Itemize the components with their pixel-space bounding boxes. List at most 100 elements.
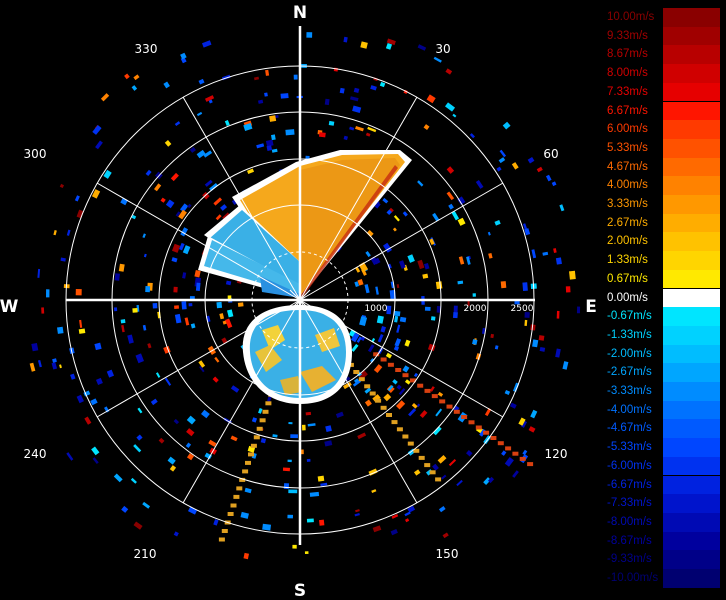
echo-cell: [167, 456, 176, 465]
echo-cell: [556, 310, 560, 319]
echo-cell: [494, 345, 499, 350]
legend-swatch: [663, 325, 720, 345]
echo-cell: [318, 132, 326, 138]
echo-cell: [328, 120, 335, 126]
echo-cell: [194, 270, 201, 278]
legend-swatch: [663, 400, 720, 420]
echo-cell: [209, 183, 219, 192]
echo-cell: [212, 376, 219, 383]
legend-label: 5.33m/s: [607, 141, 648, 154]
echo-cell: [79, 319, 83, 328]
echo-cell: [196, 149, 206, 159]
south-label: S: [294, 581, 306, 600]
echo-cell: [174, 313, 182, 324]
echo-cell: [186, 415, 196, 425]
legend-row: 0.67m/s: [606, 269, 720, 289]
echo-cell: [185, 442, 192, 448]
echo-cell: [407, 254, 415, 263]
echo-cell: [353, 370, 360, 374]
echo-cell: [393, 310, 401, 317]
echo-cell: [435, 477, 442, 482]
legend-label: -3.33m/s: [607, 385, 652, 397]
echo-cell: [181, 301, 187, 310]
legend-row: 4.67m/s: [606, 157, 720, 177]
echo-cell: [74, 195, 80, 202]
legend-label: -5.33m/s: [607, 441, 652, 454]
echo-cell: [387, 362, 394, 367]
echo-cell: [221, 529, 228, 533]
legend-row: -6.67m/s: [606, 475, 720, 495]
legend-label: -10.00m/s: [607, 572, 659, 584]
echo-cell: [59, 364, 62, 369]
echo-cell: [396, 284, 400, 289]
echo-cell: [143, 253, 147, 258]
legend-swatch: [663, 382, 720, 401]
echo-cell: [173, 531, 179, 537]
bearing-label-60: 60: [543, 147, 558, 161]
echo-cell: [219, 313, 225, 320]
echo-cell: [163, 81, 170, 89]
echo-cell: [504, 389, 511, 395]
center-marker: [286, 286, 314, 314]
echo-cell: [402, 373, 409, 378]
echo-cell: [490, 436, 497, 440]
echo-cell: [500, 281, 507, 289]
echo-cell: [488, 252, 493, 259]
echo-cell: [259, 418, 266, 423]
legend-row: -4.00m/s: [606, 400, 720, 420]
echo-cell: [391, 420, 398, 425]
echo-cell: [359, 316, 368, 327]
echo-cell: [343, 135, 348, 141]
echo-cell: [204, 179, 213, 187]
echo-cell: [393, 215, 400, 222]
legend-label: 2.67m/s: [607, 216, 648, 229]
echo-cell: [353, 87, 360, 94]
echo-cell: [499, 149, 507, 158]
legend-swatch: [663, 195, 720, 214]
echo-cell: [527, 462, 534, 467]
legend-label: -8.67m/s: [607, 534, 652, 547]
echo-cell: [430, 316, 436, 321]
echo-cell: [545, 174, 552, 182]
echo-cell: [468, 420, 475, 425]
echo-cell: [539, 346, 546, 352]
echo-cell: [402, 365, 410, 373]
echo-cell: [505, 446, 512, 451]
legend-swatch: [663, 456, 720, 476]
echo-cell: [551, 181, 557, 187]
echo-cell: [411, 403, 418, 409]
echo-cell: [258, 407, 263, 414]
echo-cell: [190, 323, 196, 329]
echo-cell: [195, 282, 201, 291]
echo-cell: [458, 256, 465, 265]
echo-cell: [423, 124, 430, 131]
echo-cell: [136, 434, 143, 441]
legend-label: -7.33m/s: [607, 497, 652, 510]
echo-cell: [171, 257, 178, 263]
echo-cell: [169, 465, 177, 472]
legend-row: 4.00m/s: [606, 176, 720, 195]
bearing-label-150: 150: [436, 547, 459, 561]
legend-row: 9.33m/s: [606, 26, 720, 46]
echo-cell: [413, 372, 419, 378]
echo-cell: [413, 469, 421, 476]
echo-cell: [371, 489, 377, 494]
echo-cell: [396, 324, 401, 333]
echo-cell: [445, 68, 453, 75]
legend-row: -7.33m/s: [606, 494, 720, 513]
legend-row: -0.67m/s: [606, 307, 720, 326]
echo-cell: [448, 458, 457, 467]
echo-cell: [145, 169, 152, 177]
echo-cell: [472, 339, 478, 345]
echo-cell: [324, 98, 330, 106]
legend-row: -3.33m/s: [606, 382, 720, 401]
echo-cell: [319, 519, 325, 526]
legend-label: -0.67m/s: [607, 310, 652, 323]
echo-cell: [170, 172, 179, 182]
echo-cell: [354, 512, 360, 517]
echo-cell: [158, 437, 165, 444]
legend-label: 9.33m/s: [607, 29, 648, 42]
echo-cell: [456, 479, 463, 487]
echo-cell: [130, 477, 137, 484]
echo-cell: [335, 411, 344, 418]
